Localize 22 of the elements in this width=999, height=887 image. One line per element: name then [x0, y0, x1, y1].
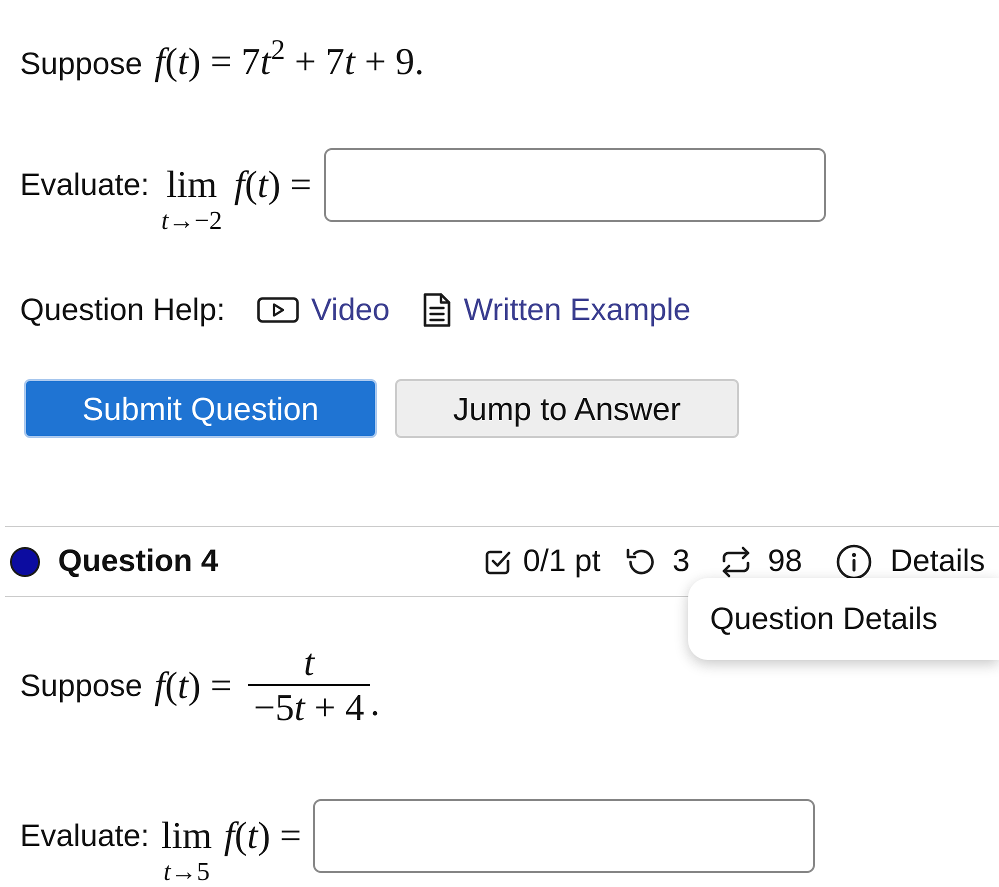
- info-icon: [836, 544, 872, 580]
- help-label: Question Help:: [20, 290, 226, 329]
- answer-input[interactable]: [313, 799, 816, 873]
- written-example-link[interactable]: Written Example: [422, 286, 691, 334]
- answer-input[interactable]: [324, 148, 826, 222]
- question-statement: Suppose f(t) = t −5t + 4.: [20, 642, 380, 730]
- question-details-tooltip: Question Details: [688, 578, 999, 660]
- check-square-icon: [484, 548, 511, 574]
- evaluate-prompt: Evaluate: lim t→5 f(t) =: [20, 814, 302, 887]
- evaluate-prompt: Evaluate: lim t→−2 f(t) =: [20, 162, 312, 236]
- question-statement: Suppose f(t) = 7t$^{2}$ + 7t + 9.: [20, 34, 424, 84]
- retry-count: 3: [672, 542, 690, 580]
- repeat-icon: [720, 544, 752, 578]
- video-link[interactable]: Video: [257, 286, 390, 334]
- document-icon: [422, 292, 452, 328]
- score-text: 0/1 pt: [522, 542, 600, 580]
- question-title: Question 4: [58, 542, 218, 580]
- attempt-count: 98: [768, 542, 802, 580]
- play-icon: [257, 297, 300, 323]
- jump-to-answer-button[interactable]: Jump to Answer: [395, 379, 739, 438]
- submit-button[interactable]: Submit Question: [24, 379, 377, 438]
- undo-icon: [624, 546, 656, 578]
